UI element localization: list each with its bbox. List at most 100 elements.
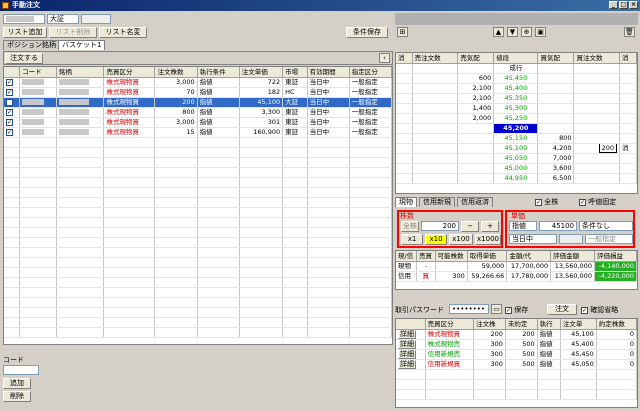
board-row[interactable]: 45,050 7,000 xyxy=(396,153,637,164)
code-input[interactable] xyxy=(3,365,39,375)
close-icon[interactable]: × xyxy=(629,1,638,9)
buy-order-cell[interactable] xyxy=(573,73,621,84)
cancel-cell[interactable] xyxy=(396,153,413,164)
market-order-label[interactable]: 成行 xyxy=(493,63,539,74)
board-row[interactable]: 2,000 45,250 xyxy=(396,113,637,124)
orders-header[interactable]: 市場 xyxy=(282,67,308,78)
x1-button[interactable]: x1 xyxy=(401,234,423,245)
row-checkbox[interactable]: ✓ xyxy=(4,107,21,118)
check-icon[interactable]: ✓ xyxy=(6,118,13,126)
detail-cell[interactable]: 詳細 xyxy=(396,349,426,360)
market-select[interactable]: 大証 xyxy=(47,14,79,24)
cancel-cell[interactable] xyxy=(396,103,413,114)
cancel-cell[interactable] xyxy=(619,133,637,144)
price-cell[interactable]: 45,000 xyxy=(493,163,539,174)
order-row[interactable]: ✓ 株式現物買 800 指値 3,300 東証 当日中 一般指定 xyxy=(4,107,393,118)
board-row[interactable]: 44,950 6,500 xyxy=(396,173,637,184)
no-cond-select[interactable]: 条件なし xyxy=(579,221,633,231)
cancel-cell[interactable] xyxy=(396,113,413,124)
blank-select[interactable] xyxy=(559,234,583,244)
cancel-cell[interactable] xyxy=(619,123,637,134)
buy-order-cell[interactable] xyxy=(573,103,621,114)
board-row[interactable]: 45,100 4,200 200 消 xyxy=(396,143,637,154)
x100-button[interactable]: x100 xyxy=(449,234,473,245)
period-select[interactable]: 当日中 xyxy=(509,234,557,244)
password-input[interactable]: •••••••• xyxy=(449,304,489,314)
x10-button[interactable]: x10 xyxy=(425,234,447,245)
price-cell[interactable]: 45,300 xyxy=(493,103,539,114)
maximize-icon[interactable]: □ xyxy=(619,1,628,9)
price-cell[interactable]: 45,050 xyxy=(493,153,539,164)
save-pw-check[interactable]: ✓ 保存 xyxy=(505,305,528,315)
detail-button[interactable]: 詳細 xyxy=(398,339,416,348)
cancel-cell[interactable] xyxy=(396,93,413,104)
history-row[interactable]: 詳細 信用新規売 300 500 指値 45,450 0 xyxy=(396,349,638,360)
code-select[interactable] xyxy=(3,14,45,24)
detail-button[interactable]: 詳細 xyxy=(398,349,416,358)
orders-header[interactable]: 注文株数 xyxy=(154,67,198,78)
cancel-cell[interactable] xyxy=(396,143,413,154)
sell-order-cell[interactable] xyxy=(412,113,459,124)
row-checkbox[interactable]: ✓ xyxy=(4,117,21,128)
qty-minus-button[interactable]: − xyxy=(461,221,479,232)
cancel-cell[interactable] xyxy=(396,163,413,174)
order-row[interactable]: ✓ 株式現物買 15 指値 160,900 東証 当日中 一般指定 xyxy=(4,127,393,138)
cancel-cell[interactable]: 消 xyxy=(619,143,637,154)
board-row[interactable]: 2,100 45,350 xyxy=(396,93,637,104)
center-icon[interactable]: ⊕ xyxy=(521,27,532,37)
check-icon[interactable]: ✓ xyxy=(6,78,13,86)
order-row[interactable]: ✓ 株式現物買 70 指値 182 HC 当日中 一般指定 xyxy=(4,87,393,98)
cancel-cell[interactable] xyxy=(619,113,637,124)
detail-cell[interactable]: 詳細 xyxy=(396,329,426,340)
orders-header[interactable]: 有効期間 xyxy=(307,67,350,78)
all-qty-check[interactable]: ✓ 全株 xyxy=(535,197,558,207)
cancel-cell[interactable] xyxy=(619,83,637,94)
price-cell[interactable]: 45,450 xyxy=(493,73,539,84)
check-icon[interactable]: ✓ xyxy=(6,108,13,116)
orders-header[interactable]: 執行条件 xyxy=(197,67,240,78)
cancel-cell[interactable] xyxy=(619,103,637,114)
order-row[interactable]: ✓ 株式現物買 3,000 指値 722 東証 当日中 一般指定 xyxy=(4,77,393,88)
cancel-cell[interactable] xyxy=(619,153,637,164)
history-row[interactable]: 詳細 株式現物買 200 200 指値 45,100 0 xyxy=(396,329,638,340)
lock-icon[interactable]: ▣ xyxy=(535,27,546,37)
qty-input[interactable]: 200 xyxy=(421,221,459,231)
cancel-cell[interactable] xyxy=(396,123,413,134)
buy-order-cell[interactable] xyxy=(573,153,621,164)
tab-basket[interactable]: バスケット1 xyxy=(58,40,106,50)
submit-order-button[interactable]: 注文 xyxy=(547,304,577,315)
buy-order-cell[interactable] xyxy=(573,113,621,124)
board-icon[interactable]: ⊞ xyxy=(397,27,408,37)
tab-position[interactable]: ポジション銘柄 xyxy=(3,40,60,50)
cancel-cell[interactable] xyxy=(619,173,637,184)
collapse-icon[interactable]: ‹ xyxy=(379,53,390,63)
price-cell[interactable]: 45,250 xyxy=(493,113,539,124)
price-cell[interactable]: 45,200 xyxy=(493,123,539,134)
list-add-button[interactable]: リスト追加 xyxy=(3,27,47,38)
type-select[interactable]: 一般指定 xyxy=(585,234,633,244)
cancel-cell[interactable] xyxy=(619,93,637,104)
board-row[interactable]: 45,200 xyxy=(396,123,637,134)
buy-order-cell[interactable] xyxy=(573,93,621,104)
price-cell[interactable]: 45,400 xyxy=(493,83,539,94)
code-delete-button[interactable]: 削除 xyxy=(3,391,31,402)
board-row[interactable]: 45,000 3,600 xyxy=(396,163,637,174)
check-icon[interactable]: ✓ xyxy=(6,98,13,106)
tab-shinyo-close[interactable]: 信用返済 xyxy=(457,197,493,207)
orders-header[interactable] xyxy=(4,67,21,78)
board-row[interactable]: 600 45,450 xyxy=(396,73,637,84)
price-input[interactable]: 45100 xyxy=(539,221,577,231)
cancel-cell[interactable] xyxy=(619,163,637,174)
sell-order-cell[interactable] xyxy=(412,143,459,154)
check-icon[interactable]: ✓ xyxy=(6,128,13,136)
price-cell[interactable]: 45,100 xyxy=(493,143,539,154)
order-row[interactable]: ✓ 株式現物買 200 指値 45,100 大証 当日中 一般指定 xyxy=(4,97,393,108)
sell-order-cell[interactable] xyxy=(412,93,459,104)
list-delete-button[interactable]: リスト削除 xyxy=(49,27,97,38)
buy-order-cell[interactable] xyxy=(573,123,621,134)
sell-order-cell[interactable] xyxy=(412,103,459,114)
orders-header[interactable]: 売買区分 xyxy=(103,67,156,78)
sell-order-cell[interactable] xyxy=(412,163,459,174)
buy-order-cell[interactable] xyxy=(573,173,621,184)
cancel-cell[interactable] xyxy=(396,173,413,184)
